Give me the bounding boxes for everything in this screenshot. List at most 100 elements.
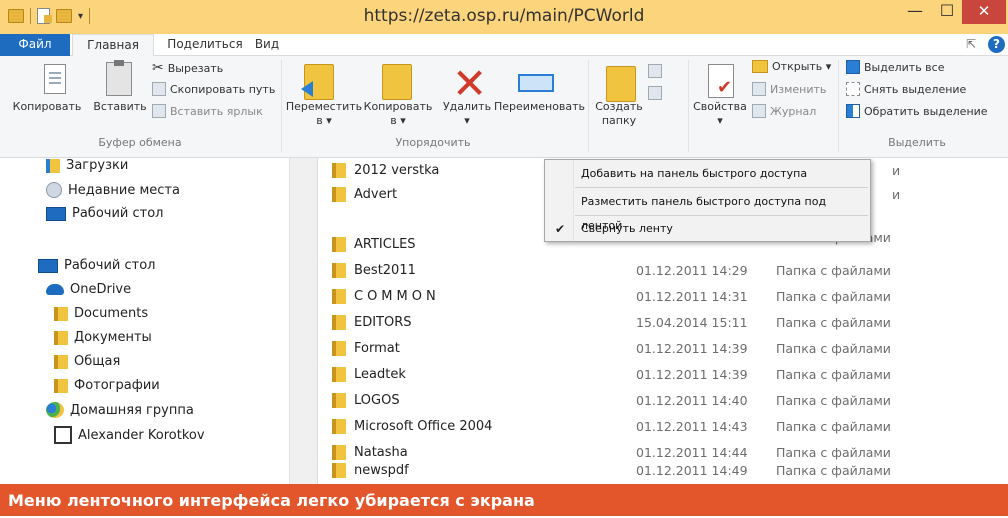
copy-path-button[interactable]: Скопировать путь bbox=[152, 82, 275, 96]
file-date: 01.12.2011 14:43 bbox=[636, 419, 748, 434]
folder-icon bbox=[332, 393, 346, 408]
tab-home[interactable]: Главная bbox=[72, 34, 154, 57]
list-item[interactable]: Leadtek 01.12.2011 14:39 Папка с файлами bbox=[318, 362, 1008, 388]
nav-item-documents-en[interactable]: Documents bbox=[54, 306, 148, 321]
list-item[interactable]: EDITORS 15.04.2014 15:11 Папка с файлами bbox=[318, 310, 1008, 336]
minimize-ribbon-icon[interactable]: ⇱ bbox=[966, 37, 976, 51]
move-to-icon[interactable] bbox=[301, 64, 334, 100]
nav-item-desktop[interactable]: Рабочий стол bbox=[38, 258, 155, 273]
rename-button[interactable]: Переименовать bbox=[494, 100, 585, 114]
file-type: Папка с файлами bbox=[776, 263, 891, 278]
menu-item-minimize-ribbon[interactable]: ✔ Свернуть ленту bbox=[545, 217, 870, 241]
cut-button[interactable]: ✂ Вырезать bbox=[152, 60, 223, 76]
list-item[interactable]: Microsoft Office 2004 01.12.2011 14:43 П… bbox=[318, 414, 1008, 440]
list-item[interactable]: LOGOS 01.12.2011 14:40 Папка с файлами bbox=[318, 388, 1008, 414]
invert-selection-button[interactable]: Обратить выделение bbox=[846, 104, 988, 118]
file-name: COMMON bbox=[354, 289, 440, 304]
window-title: https://zeta.osp.ru/main/PCWorld bbox=[363, 6, 645, 26]
file-date: 01.12.2011 14:31 bbox=[636, 289, 748, 304]
nav-item-user[interactable]: Alexander Korotkov bbox=[54, 426, 205, 444]
properties-icon[interactable] bbox=[708, 64, 734, 98]
nav-item-recent-places[interactable]: Недавние места bbox=[46, 182, 180, 198]
folder-icon bbox=[54, 378, 68, 393]
file-date: 01.12.2011 14:39 bbox=[636, 341, 748, 356]
file-type: Папка с файлами bbox=[776, 289, 891, 304]
copy-to-button[interactable]: Копировать в ▾ bbox=[362, 100, 434, 128]
copy-button[interactable]: Копировать bbox=[2, 100, 92, 114]
file-date: 01.12.2011 14:49 bbox=[636, 463, 748, 478]
folder-icon bbox=[54, 330, 68, 345]
select-all-button[interactable]: Выделить все bbox=[846, 60, 944, 74]
paste-shortcut-button[interactable]: Вставить ярлык bbox=[152, 104, 263, 118]
select-none-button[interactable]: Снять выделение bbox=[846, 82, 966, 96]
list-item[interactable]: newspdf 01.12.2011 14:49 Папка с файлами bbox=[318, 458, 1008, 484]
desktop-icon bbox=[46, 206, 66, 221]
pane-splitter[interactable] bbox=[290, 158, 318, 484]
folder-icon bbox=[54, 354, 68, 369]
easy-access-icon[interactable] bbox=[648, 86, 662, 100]
menu-item-add-to-quick-access[interactable]: Добавить на панель быстрого доступа bbox=[545, 162, 870, 186]
nav-item-onedrive[interactable]: OneDrive bbox=[46, 282, 131, 297]
nav-item-label: Загрузки bbox=[66, 158, 129, 173]
nav-item-label: Documents bbox=[74, 306, 149, 321]
copy-icon[interactable] bbox=[44, 64, 66, 94]
properties-button[interactable]: Свойства ▾ bbox=[690, 100, 750, 128]
list-item[interactable]: Best2011 01.12.2011 14:29 Папка с файлам… bbox=[318, 258, 1008, 284]
minimize-button[interactable]: — bbox=[900, 0, 930, 24]
nav-item-label: Общая bbox=[74, 354, 121, 369]
edit-button[interactable]: Изменить bbox=[752, 82, 826, 96]
tab-share[interactable]: Поделиться bbox=[160, 34, 250, 56]
file-type: Папка с файлами bbox=[776, 393, 891, 408]
copy-to-dropdown: в ▾ bbox=[390, 114, 406, 127]
select-none-icon bbox=[846, 82, 860, 96]
file-type: Папка с файлами bbox=[776, 341, 891, 356]
paste-button[interactable]: Вставить bbox=[90, 100, 150, 114]
nav-item-desktop-favorite[interactable]: Рабочий стол bbox=[46, 206, 163, 221]
file-name: ARTICLES bbox=[354, 237, 416, 252]
paste-shortcut-label: Вставить ярлык bbox=[170, 104, 263, 118]
folder-icon bbox=[332, 163, 346, 178]
help-icon[interactable]: ? bbox=[988, 36, 1005, 53]
copy-path-icon bbox=[152, 82, 166, 96]
close-button[interactable]: ✕ bbox=[962, 0, 1006, 24]
nav-item-photos[interactable]: Фотографии bbox=[54, 378, 160, 393]
nav-item-label: Рабочий стол bbox=[72, 206, 164, 221]
nav-item-homegroup[interactable]: Домашняя группа bbox=[46, 402, 194, 418]
move-to-button[interactable]: Переместить в ▾ bbox=[284, 100, 364, 128]
folder-icon bbox=[332, 463, 346, 478]
onedrive-cloud-icon bbox=[46, 284, 64, 295]
invert-selection-label: Обратить выделение bbox=[864, 104, 988, 118]
new-item-icon[interactable] bbox=[648, 64, 662, 78]
nav-item-shared[interactable]: Общая bbox=[54, 354, 120, 369]
delete-icon[interactable]: ✕ bbox=[452, 63, 487, 105]
rename-icon[interactable] bbox=[518, 74, 554, 92]
new-folder-icon[interactable] bbox=[606, 66, 636, 102]
properties-label: Свойства bbox=[693, 100, 747, 113]
nav-item-documents-ru[interactable]: Документы bbox=[54, 330, 152, 345]
list-item[interactable]: COMMON 01.12.2011 14:31 Папка с файлами bbox=[318, 284, 1008, 310]
copy-to-icon[interactable] bbox=[382, 64, 412, 100]
open-button[interactable]: Открыть ▾ bbox=[752, 60, 831, 73]
user-avatar-icon bbox=[54, 426, 72, 444]
delete-button[interactable]: Удалить ▾ bbox=[440, 100, 494, 128]
menu-item-show-quick-access-below[interactable]: Разместить панель быстрого доступа под л… bbox=[545, 190, 870, 232]
file-name: EDITORS bbox=[354, 315, 412, 330]
edit-icon bbox=[752, 82, 766, 96]
open-folder-icon bbox=[752, 60, 768, 73]
caption-bar: Меню ленточного интерфейса легко убирает… bbox=[0, 484, 1008, 516]
folder-icon bbox=[332, 187, 346, 202]
maximize-button[interactable]: ☐ bbox=[932, 0, 962, 24]
tab-file[interactable]: Файл bbox=[0, 34, 70, 56]
new-folder-button[interactable]: Создать папку bbox=[594, 100, 644, 128]
file-date: 01.12.2011 14:39 bbox=[636, 367, 748, 382]
nav-item-downloads[interactable]: Загрузки bbox=[46, 158, 128, 173]
tab-view[interactable]: Вид bbox=[252, 34, 282, 56]
file-type: Папка с файлами bbox=[776, 419, 891, 434]
paste-icon[interactable] bbox=[106, 60, 132, 96]
copy-path-label: Скопировать путь bbox=[170, 82, 276, 96]
cut-label: Вырезать bbox=[167, 61, 224, 75]
folder-icon bbox=[332, 263, 346, 278]
file-date: 15.04.2014 15:11 bbox=[636, 315, 748, 330]
list-item[interactable]: Format 01.12.2011 14:39 Папка с файлами bbox=[318, 336, 1008, 362]
history-button[interactable]: Журнал bbox=[752, 104, 816, 118]
